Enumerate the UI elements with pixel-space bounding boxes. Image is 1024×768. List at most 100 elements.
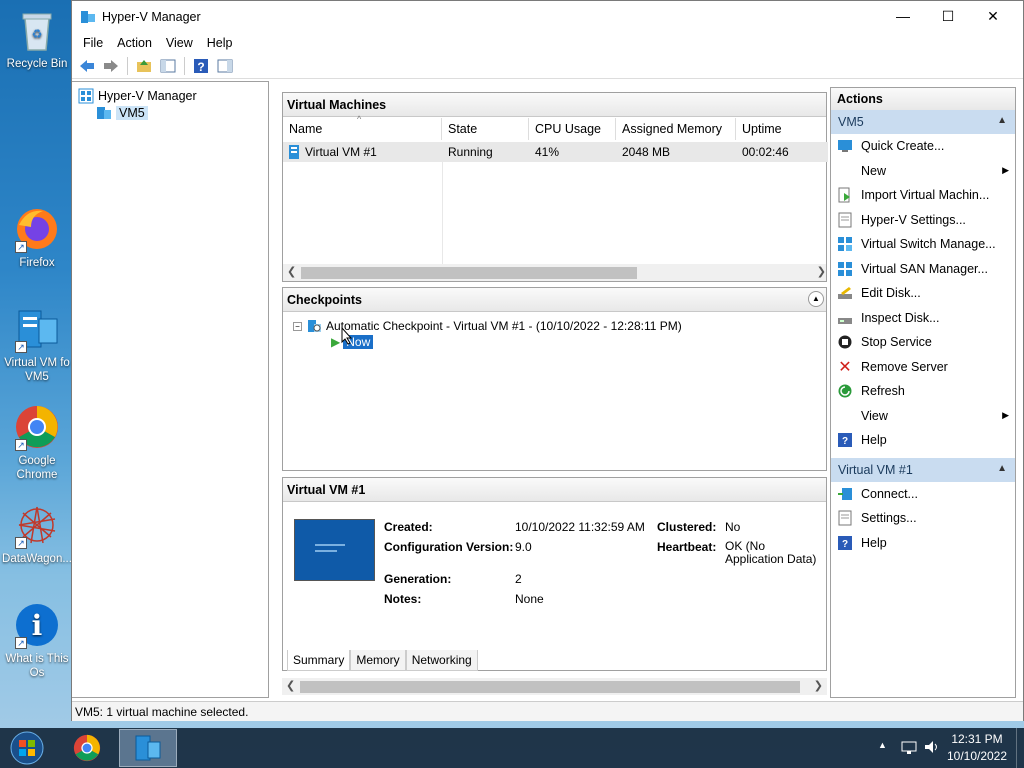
forward-button[interactable] [100, 55, 122, 77]
help-icon[interactable]: ? [190, 55, 212, 77]
config-version-value: 9.0 [515, 540, 532, 554]
notes-label: Notes: [384, 592, 422, 606]
details-tabs: Summary Memory Networking [287, 650, 478, 671]
action-hyper-v-settings[interactable]: Hyper-V Settings... [831, 208, 1015, 233]
svg-text:?: ? [197, 60, 204, 74]
desktop-icon-what-is-this-os[interactable]: i ↗ What is This Os [2, 601, 72, 680]
notes-value: None [515, 592, 544, 606]
menu-file[interactable]: File [76, 36, 110, 50]
console-tree: Hyper-V Manager VM5 [72, 81, 269, 698]
desktop-icon-label: Firefox [19, 257, 55, 269]
action-inspect-disk[interactable]: Inspect Disk... [831, 306, 1015, 331]
action-settings[interactable]: Settings... [831, 506, 1015, 531]
action-stop-service[interactable]: Stop Service [831, 330, 1015, 355]
hyper-v-icon [135, 735, 161, 761]
shortcut-arrow-icon: ↗ [15, 241, 27, 253]
chrome-icon: ↗ [13, 403, 61, 451]
vm-name-cell[interactable]: Virtual VM #1 [283, 143, 442, 161]
action-help[interactable]: ? Help [831, 428, 1015, 453]
title-bar[interactable]: Hyper-V Manager — ☐ ✕ [72, 1, 1023, 33]
column-header-cpu-usage[interactable]: CPU Usage [529, 118, 616, 140]
desktop-icon-datawagon[interactable]: ↗ DataWagon... [2, 501, 72, 566]
actions-section-virtual-vm[interactable]: Virtual VM #1 ▲ [831, 457, 1015, 482]
tab-summary[interactable]: Summary [287, 650, 351, 671]
center-pane: Virtual Machines Name ^ State CPU Usage A… [275, 87, 828, 698]
collapse-icon[interactable]: ▲ [808, 291, 824, 307]
up-folder-icon[interactable] [133, 55, 155, 77]
volume-icon[interactable] [923, 738, 941, 759]
shortcut-arrow-icon: ↗ [15, 537, 27, 549]
action-connect[interactable]: Connect... [831, 482, 1015, 507]
window-title: Hyper-V Manager [102, 10, 201, 24]
tab-memory[interactable]: Memory [350, 650, 406, 671]
desktop-icon-virtual-vm[interactable]: ↗ Virtual VM fo VM5 [2, 305, 72, 384]
vm-thumbnail[interactable] [294, 519, 375, 581]
tree-expander-icon[interactable]: − [293, 321, 302, 331]
desktop-icon-recycle-bin[interactable]: ♻ Recycle Bin [2, 6, 72, 71]
scroll-left-arrow[interactable]: ❮ [286, 679, 295, 692]
column-header-state[interactable]: State [442, 118, 529, 140]
clock-time[interactable]: 12:31 PM [944, 732, 1010, 746]
heartbeat-value: OK (No Application Data) [725, 539, 817, 566]
show-desktop-button[interactable] [1016, 728, 1024, 768]
menu-help[interactable]: Help [200, 36, 240, 50]
back-button[interactable] [76, 55, 98, 77]
settings-document-icon [837, 212, 853, 228]
minimize-button[interactable]: — [880, 1, 926, 31]
tab-networking[interactable]: Networking [405, 650, 478, 671]
action-new[interactable]: New ▶ [831, 159, 1015, 184]
maximize-button[interactable]: ☐ [925, 1, 971, 31]
collapse-caret-icon[interactable]: ▲ [997, 463, 1007, 474]
action-quick-create[interactable]: Quick Create... [831, 134, 1015, 159]
close-button[interactable]: ✕ [970, 1, 1016, 31]
action-view[interactable]: View ▶ [831, 404, 1015, 429]
vm-uptime-cell: 00:02:46 [742, 145, 789, 159]
menu-bar: File Action View Help [72, 33, 1023, 53]
action-help-vm[interactable]: ? Help [831, 531, 1015, 556]
svg-text:i: i [32, 609, 43, 642]
taskbar-hyper-v-manager[interactable] [119, 729, 177, 767]
menu-view[interactable]: View [159, 36, 200, 50]
toolbar-separator [184, 56, 185, 75]
collapse-caret-icon[interactable]: ▲ [997, 115, 1007, 126]
details-header: Virtual VM #1 [283, 478, 826, 502]
mouse-cursor-icon [341, 326, 353, 348]
clustered-value: No [725, 520, 741, 534]
info-icon: i ↗ [13, 601, 61, 649]
column-header-uptime[interactable]: Uptime [736, 118, 828, 140]
action-virtual-san-manager[interactable]: Virtual SAN Manager... [831, 257, 1015, 282]
scroll-right-arrow[interactable]: ❯ [814, 679, 823, 692]
sort-ascending-icon: ^ [357, 114, 362, 124]
scroll-right-arrow[interactable]: ❯ [817, 265, 826, 278]
action-remove-server[interactable]: ✕ Remove Server [831, 355, 1015, 380]
show-hidden-icons-button[interactable]: ▲ [878, 740, 887, 750]
tree-item-hyper-v-manager[interactable]: Hyper-V Manager [78, 88, 197, 104]
column-header-name[interactable]: Name ^ [283, 114, 442, 140]
windows-logo-icon [10, 731, 44, 765]
show-hide-action-pane-icon[interactable] [214, 55, 236, 77]
scrollbar-thumb[interactable] [301, 267, 637, 279]
show-hide-console-tree-icon[interactable] [157, 55, 179, 77]
help-icon: ? [837, 535, 853, 551]
action-virtual-switch-manager[interactable]: Virtual Switch Manage... [831, 232, 1015, 257]
action-edit-disk[interactable]: Edit Disk... [831, 281, 1015, 306]
action-refresh[interactable]: Refresh [831, 379, 1015, 404]
network-icon[interactable] [900, 738, 918, 759]
checkpoint-now-item[interactable]: ▶ Now [331, 335, 682, 349]
column-header-assigned-memory[interactable]: Assigned Memory [616, 118, 736, 140]
tree-item-vm5[interactable]: VM5 [96, 105, 148, 121]
start-button[interactable] [8, 730, 46, 766]
desktop-icon-chrome[interactable]: ↗ Google Chrome [2, 403, 72, 482]
vm-horizontal-scrollbar[interactable]: ❮ ❯ [283, 264, 826, 281]
scrollbar-thumb[interactable] [300, 681, 800, 693]
desktop-icon-firefox[interactable]: ↗ Firefox [2, 205, 72, 270]
menu-action[interactable]: Action [110, 36, 159, 50]
generation-label: Generation: [384, 572, 452, 586]
taskbar-chrome[interactable] [64, 730, 110, 766]
action-import-vm[interactable]: Import Virtual Machin... [831, 183, 1015, 208]
svg-text:?: ? [842, 436, 848, 447]
actions-section-vm5[interactable]: VM5 ▲ [831, 110, 1015, 134]
scroll-left-arrow[interactable]: ❮ [287, 265, 296, 278]
center-horizontal-scrollbar[interactable]: ❮ ❯ [282, 678, 827, 695]
clock-date[interactable]: 10/10/2022 [944, 749, 1010, 763]
